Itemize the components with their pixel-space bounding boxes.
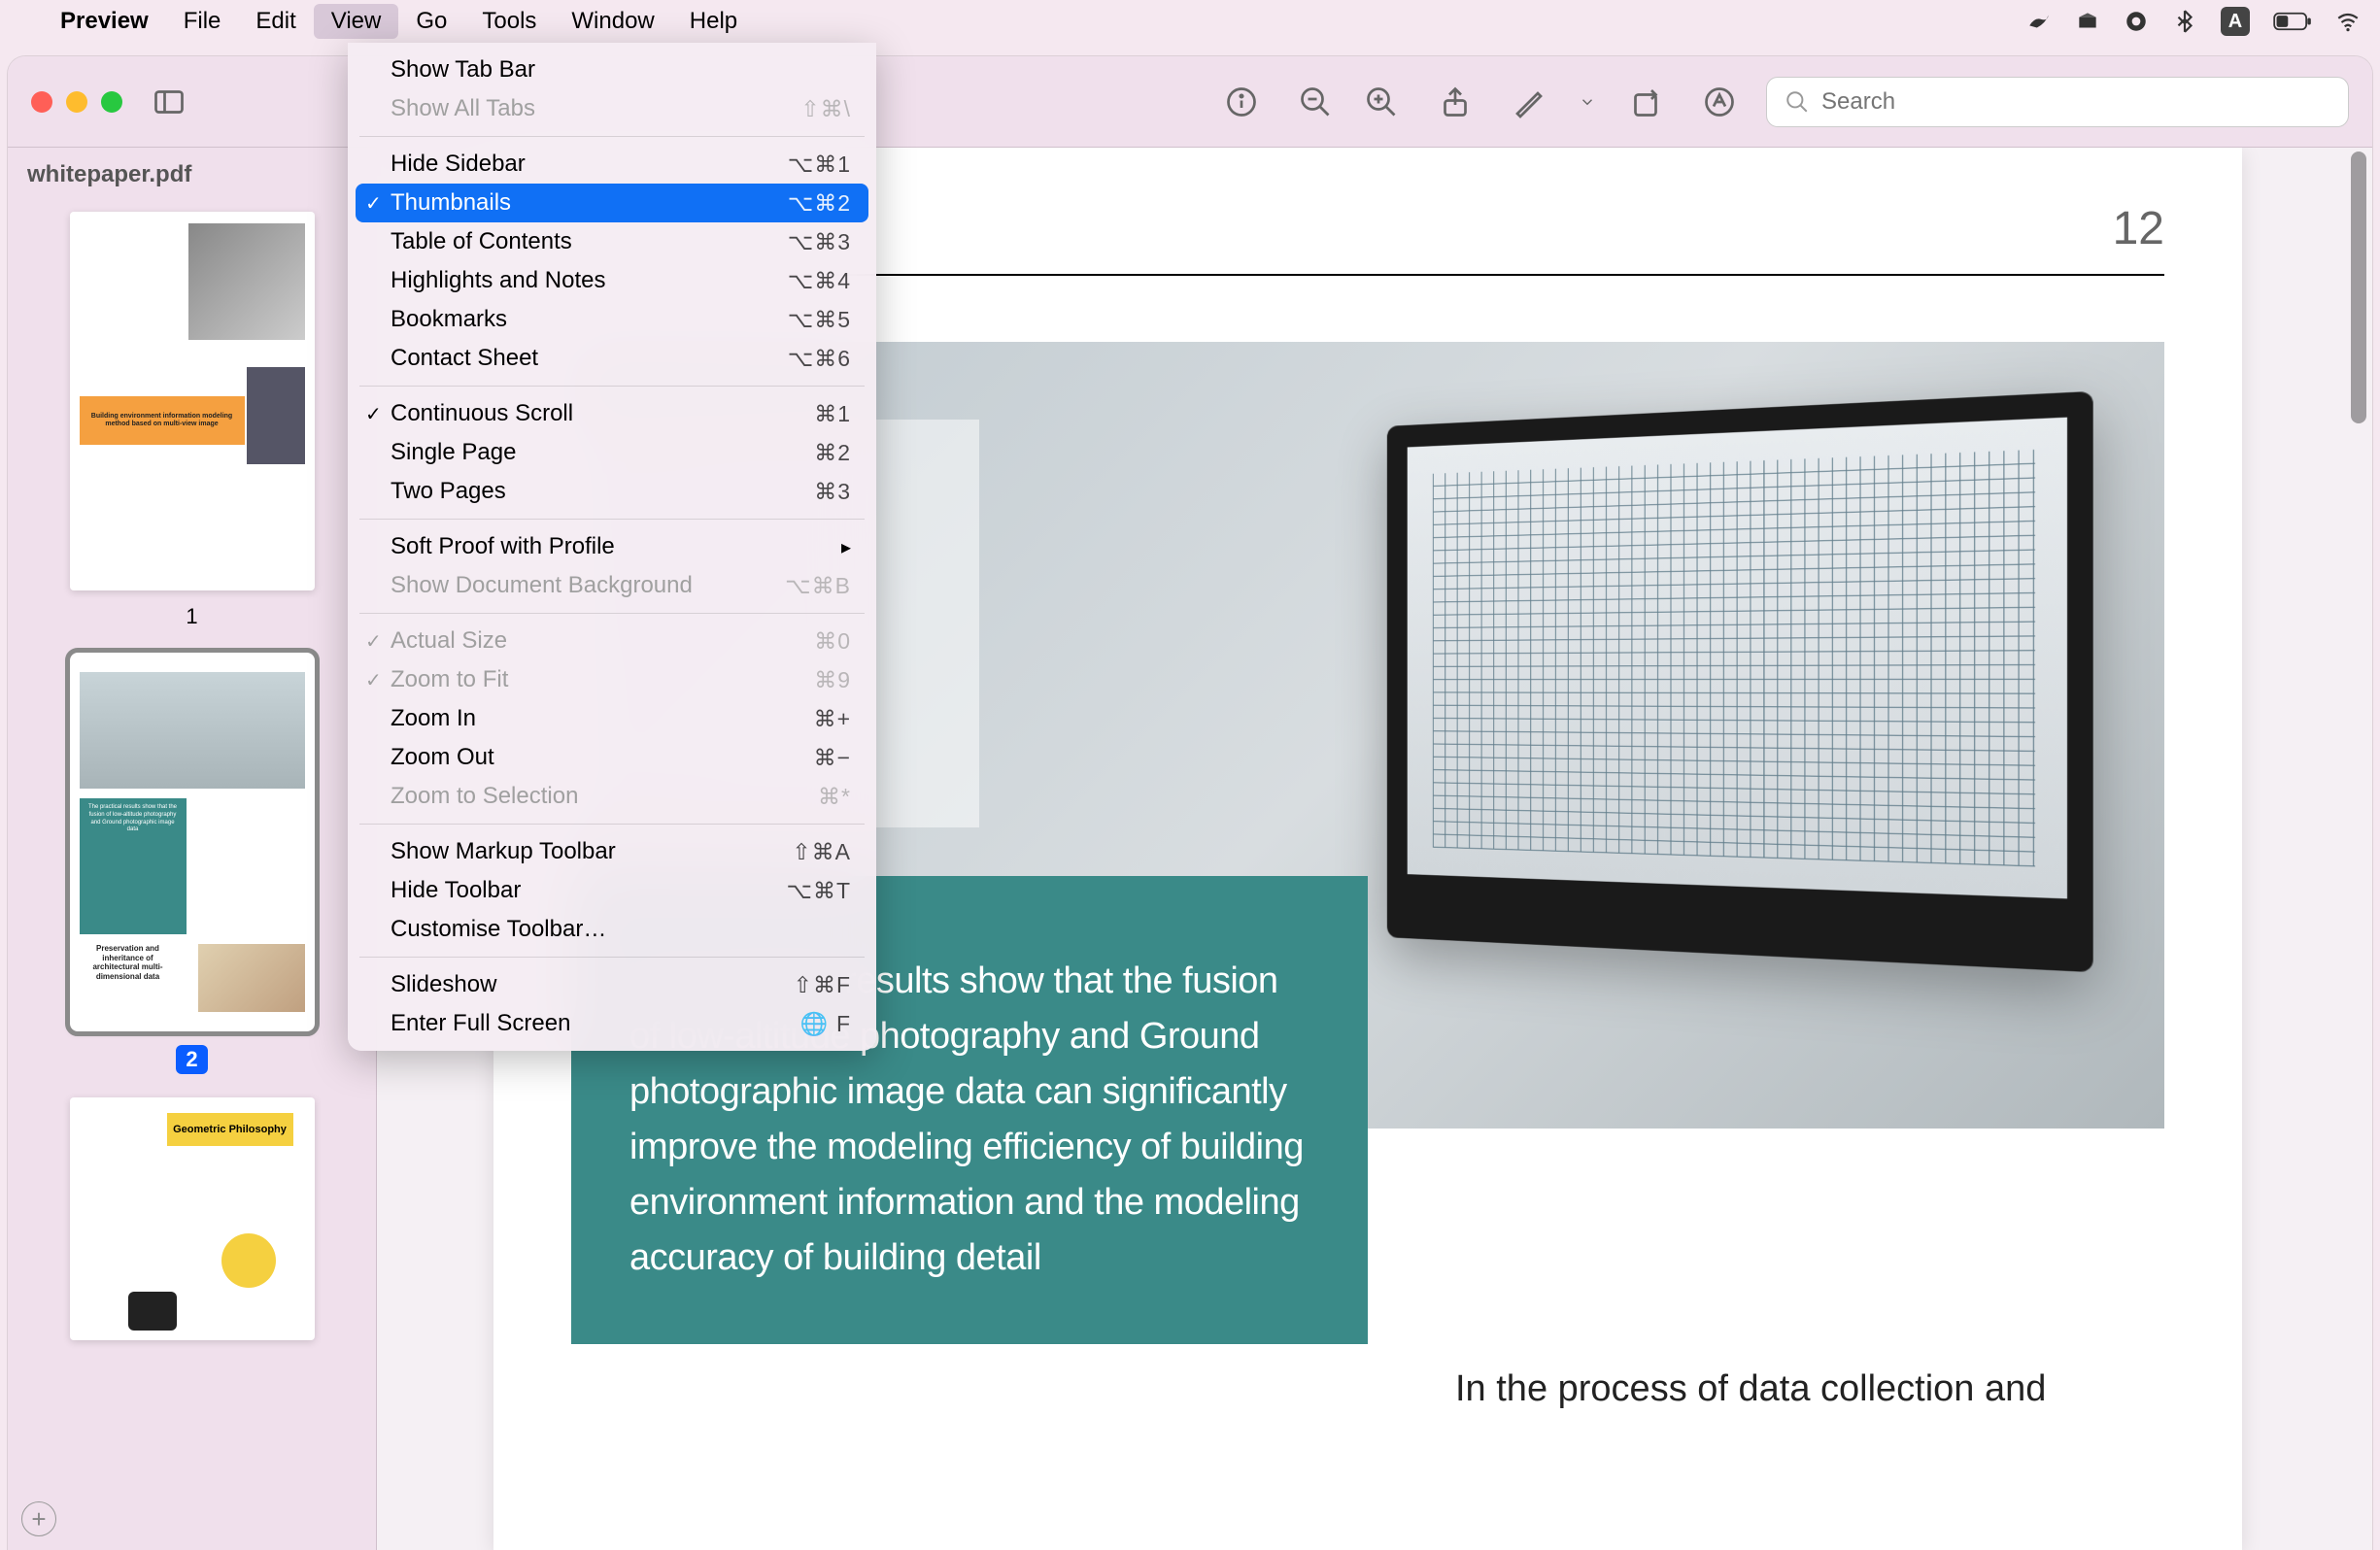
menu-separator: [359, 136, 865, 137]
menu-window[interactable]: Window: [554, 4, 671, 39]
page-number: 12: [2113, 202, 2164, 255]
search-icon: [1785, 89, 1810, 115]
menu-slideshow[interactable]: Slideshow⇧⌘F: [356, 965, 868, 1004]
menu-enter-full-screen[interactable]: Enter Full Screen🌐 F: [356, 1004, 868, 1043]
window-controls: [31, 91, 122, 113]
menu-two-pages[interactable]: Two Pages⌘3: [356, 472, 868, 511]
menubar: Preview File Edit View Go Tools Window H…: [0, 0, 2380, 43]
share-button[interactable]: [1428, 75, 1482, 129]
menu-tools[interactable]: Tools: [464, 4, 554, 39]
menu-hide-sidebar[interactable]: Hide Sidebar⌥⌘1: [356, 145, 868, 184]
minimize-window-button[interactable]: [66, 91, 87, 113]
menu-contact-sheet[interactable]: Contact Sheet⌥⌘6: [356, 339, 868, 378]
menu-highlights-notes[interactable]: Highlights and Notes⌥⌘4: [356, 261, 868, 300]
wifi-icon[interactable]: [2335, 9, 2361, 34]
thumbnail-3-preview: Geometric Philosophy: [70, 1097, 315, 1340]
search-box[interactable]: [1766, 77, 2349, 127]
menu-continuous-scroll[interactable]: ✓Continuous Scroll⌘1: [356, 394, 868, 433]
scrollbar[interactable]: [2347, 152, 2370, 1546]
bluetooth-icon[interactable]: [2172, 9, 2197, 34]
menu-show-doc-background: Show Document Background⌥⌘B: [356, 566, 868, 605]
menu-show-tab-bar[interactable]: Show Tab Bar: [356, 51, 868, 89]
menu-actual-size: ✓Actual Size⌘0: [356, 622, 868, 660]
highlight-dropdown-button[interactable]: [1576, 75, 1599, 129]
thumbnail-2-preview: The practical results show that the fusi…: [70, 653, 315, 1031]
document-title: whitepaper.pdf: [8, 148, 376, 202]
app-name[interactable]: Preview: [43, 4, 166, 39]
thumbnail-1-number: 1: [186, 604, 197, 629]
page-body-text: In the process of data collection and: [1455, 1362, 2164, 1417]
zoom-out-button[interactable]: [1288, 75, 1343, 129]
box-icon[interactable]: [2075, 9, 2100, 34]
battery-icon[interactable]: [2273, 11, 2312, 32]
sidebar-toggle-button[interactable]: [142, 75, 196, 129]
menu-customise-toolbar[interactable]: Customise Toolbar…: [356, 910, 868, 949]
menu-zoom-to-fit: ✓Zoom to Fit⌘9: [356, 660, 868, 699]
check-icon: ✓: [365, 402, 382, 426]
menu-zoom-out[interactable]: Zoom Out⌘−: [356, 738, 868, 777]
menu-separator: [359, 957, 865, 958]
check-icon: ✓: [365, 629, 382, 654]
scrollbar-thumb[interactable]: [2351, 152, 2366, 423]
check-icon: ✓: [365, 191, 382, 216]
menu-separator: [359, 613, 865, 614]
check-icon: ✓: [365, 668, 382, 692]
menu-separator: [359, 824, 865, 825]
menu-help[interactable]: Help: [672, 4, 755, 39]
thumbnail-3[interactable]: Geometric Philosophy: [21, 1097, 362, 1340]
search-input[interactable]: [1821, 88, 2330, 116]
menu-go[interactable]: Go: [398, 4, 464, 39]
menu-thumbnails[interactable]: ✓Thumbnails⌥⌘2: [356, 184, 868, 222]
close-window-button[interactable]: [31, 91, 52, 113]
user-badge[interactable]: A: [2221, 7, 2250, 36]
menu-separator: [359, 519, 865, 520]
thumbnail-2[interactable]: The practical results show that the fusi…: [21, 653, 362, 1074]
menu-view[interactable]: View: [314, 4, 399, 39]
sidebar: whitepaper.pdf Building environment info…: [8, 148, 377, 1550]
rotate-button[interactable]: [1618, 75, 1673, 129]
chevron-right-icon: ▸: [841, 535, 851, 559]
thumbnail-1-preview: Building environment information modelin…: [70, 212, 315, 590]
menu-zoom-in[interactable]: Zoom In⌘+: [356, 699, 868, 738]
menu-show-markup-toolbar[interactable]: Show Markup Toolbar⇧⌘A: [356, 832, 868, 871]
menu-file[interactable]: File: [166, 4, 239, 39]
zoom-in-button[interactable]: [1354, 75, 1409, 129]
thumbnail-2-number: 2: [176, 1045, 207, 1074]
thumbnails-panel: Building environment information modelin…: [8, 202, 376, 1488]
menu-separator: [359, 386, 865, 387]
fullscreen-window-button[interactable]: [101, 91, 122, 113]
menu-hide-toolbar[interactable]: Hide Toolbar⌥⌘T: [356, 871, 868, 910]
menubar-status: A: [2026, 7, 2361, 36]
highlight-button[interactable]: [1502, 75, 1556, 129]
menu-soft-proof[interactable]: Soft Proof with Profile▸: [356, 527, 868, 566]
storage-icon[interactable]: [2124, 9, 2149, 34]
menu-zoom-to-selection: Zoom to Selection⌘*: [356, 777, 868, 816]
menu-single-page[interactable]: Single Page⌘2: [356, 433, 868, 472]
menu-table-of-contents[interactable]: Table of Contents⌥⌘3: [356, 222, 868, 261]
markup-button[interactable]: [1692, 75, 1747, 129]
add-page-button[interactable]: +: [21, 1501, 56, 1536]
menubar-left: Preview File Edit View Go Tools Window H…: [19, 4, 755, 39]
menu-bookmarks[interactable]: Bookmarks⌥⌘5: [356, 300, 868, 339]
bird-icon[interactable]: [2026, 9, 2052, 34]
info-button[interactable]: [1214, 75, 1269, 129]
view-menu-dropdown: Show Tab Bar Show All Tabs⇧⌘\ Hide Sideb…: [348, 43, 876, 1051]
menu-edit[interactable]: Edit: [238, 4, 313, 39]
sidebar-footer: +: [8, 1488, 376, 1550]
menu-show-all-tabs: Show All Tabs⇧⌘\: [356, 89, 868, 128]
thumbnail-1[interactable]: Building environment information modelin…: [21, 212, 362, 629]
